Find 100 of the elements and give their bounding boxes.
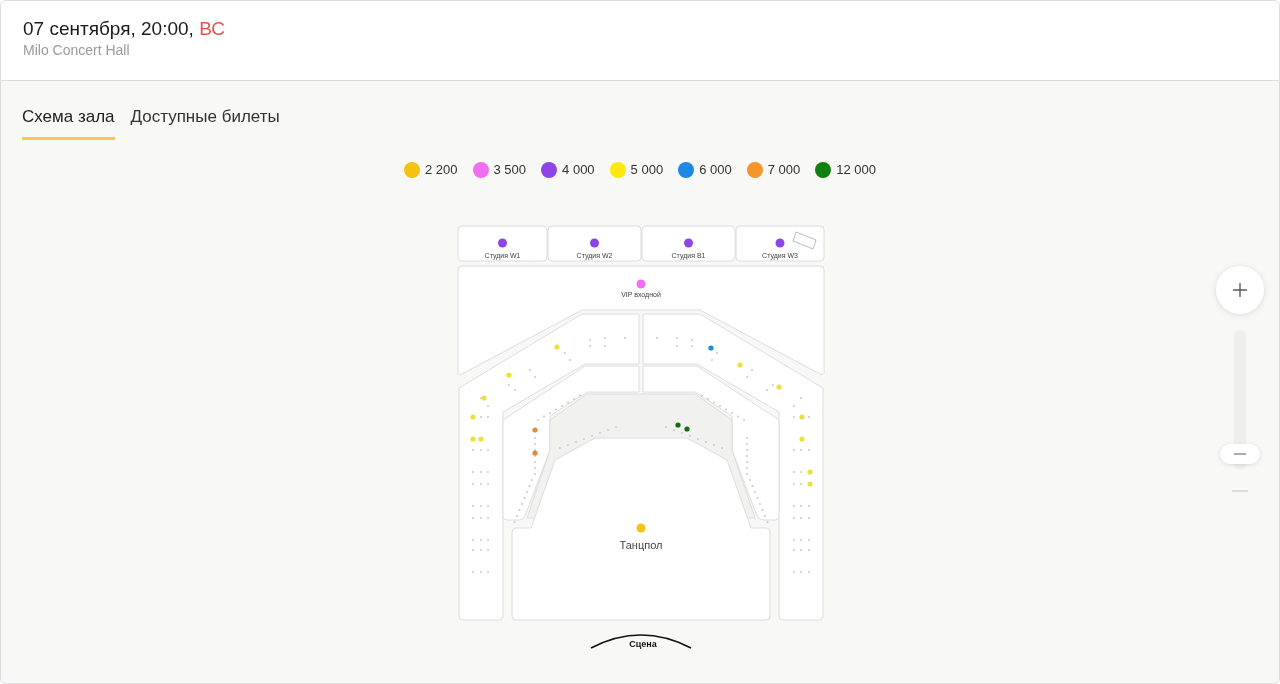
seat-dot[interactable] xyxy=(798,435,805,442)
seat-dot xyxy=(799,448,802,451)
seat-dot xyxy=(675,336,678,339)
seat-dot xyxy=(507,383,510,386)
seat-dot xyxy=(486,470,489,473)
seat-dot[interactable] xyxy=(553,343,560,350)
seat-dot xyxy=(520,502,523,505)
zoom-in-button[interactable] xyxy=(1216,266,1264,314)
seat-dot[interactable] xyxy=(531,426,538,433)
tab[interactable]: Схема зала xyxy=(22,106,115,140)
seat-dot xyxy=(486,570,489,573)
seat-dot xyxy=(588,344,591,347)
seat-dot[interactable] xyxy=(683,425,690,432)
seat-dot xyxy=(807,538,810,541)
seat-dot xyxy=(792,415,795,418)
seat-dot xyxy=(799,504,802,507)
seat-dot xyxy=(710,358,713,361)
seat-dot xyxy=(807,415,810,418)
seat-dot xyxy=(799,570,802,573)
section-dot[interactable] xyxy=(636,279,645,288)
seat-dot[interactable] xyxy=(736,361,743,368)
seat-dot xyxy=(750,368,753,371)
price-label: 4 000 xyxy=(562,161,595,179)
seat-dot xyxy=(572,397,575,400)
seat-dot xyxy=(479,482,482,485)
section-dot[interactable] xyxy=(589,238,599,247)
seat-dot xyxy=(745,460,748,463)
seat-dot xyxy=(479,516,482,519)
seat-dot xyxy=(471,538,474,541)
seat-dot[interactable] xyxy=(806,468,813,475)
seat-dot xyxy=(479,548,482,551)
seat-dot xyxy=(799,516,802,519)
seat-dot xyxy=(515,514,518,517)
seat-dot[interactable] xyxy=(707,344,714,351)
seat-dot xyxy=(799,548,802,551)
seat-dot xyxy=(479,538,482,541)
seat-dot[interactable] xyxy=(480,394,487,401)
seat-dot xyxy=(745,472,748,475)
section-dot[interactable] xyxy=(497,238,507,247)
seat-dot xyxy=(807,504,810,507)
section-dot[interactable] xyxy=(775,238,784,247)
seat-dot xyxy=(486,538,489,541)
section-dot[interactable] xyxy=(683,238,693,247)
seat-dot xyxy=(603,336,606,339)
seat-dot[interactable] xyxy=(469,435,476,442)
seat-dot[interactable] xyxy=(775,383,782,390)
seat-dot xyxy=(603,344,606,347)
seat-dot xyxy=(479,415,482,418)
weekday: ВС xyxy=(199,18,225,39)
seat-dot[interactable] xyxy=(798,413,805,420)
seat-dot xyxy=(799,538,802,541)
seat-dot xyxy=(525,490,528,493)
seat-dot xyxy=(799,396,802,399)
seat-dot[interactable] xyxy=(477,435,484,442)
seat-dot xyxy=(471,448,474,451)
seat-dot xyxy=(807,548,810,551)
seat-dot xyxy=(533,436,536,439)
seat-dot xyxy=(533,375,536,378)
tab[interactable]: Доступные билеты xyxy=(130,106,280,140)
seat-dot xyxy=(745,466,748,469)
seat-dot xyxy=(758,502,761,505)
seat-dot xyxy=(690,344,693,347)
seat-dot xyxy=(792,448,795,451)
seat-dot xyxy=(486,404,489,407)
seat-dot xyxy=(763,514,766,517)
seat-dot xyxy=(706,397,709,400)
seat-dot[interactable] xyxy=(674,421,681,428)
section-dot[interactable] xyxy=(636,523,645,532)
seat-dot xyxy=(588,338,591,341)
seat-dot xyxy=(563,351,566,354)
ticket-icon xyxy=(792,231,816,249)
price-label: 7 000 xyxy=(767,161,801,179)
seat-dot xyxy=(486,516,489,519)
seat-dot xyxy=(486,548,489,551)
seat-dot xyxy=(745,375,748,378)
seat-dot xyxy=(471,482,474,485)
seat-dot xyxy=(807,570,810,573)
seat-dot[interactable] xyxy=(505,371,512,378)
seat-dot xyxy=(745,436,748,439)
seat-dot[interactable] xyxy=(806,480,813,487)
seat-dot xyxy=(745,448,748,451)
seat-dot xyxy=(799,482,802,485)
seat-dot xyxy=(479,470,482,473)
seat-dot xyxy=(745,454,748,457)
seat-dot xyxy=(792,516,795,519)
seat-dot xyxy=(530,478,533,481)
seat-dot xyxy=(690,338,693,341)
seat-dot xyxy=(765,388,768,391)
seat-dot xyxy=(471,570,474,573)
section-label: Танцпол xyxy=(619,538,662,551)
price-label: 5 000 xyxy=(630,161,664,179)
seat-dot[interactable] xyxy=(531,449,538,456)
seat-dot xyxy=(536,418,539,421)
seat-dot xyxy=(471,504,474,507)
seat-dot[interactable] xyxy=(469,413,476,420)
seat-dot xyxy=(655,336,658,339)
price-label: 2 200 xyxy=(424,161,458,179)
seat-dot xyxy=(792,538,795,541)
seat-dot xyxy=(753,490,756,493)
seat-dot xyxy=(513,388,516,391)
